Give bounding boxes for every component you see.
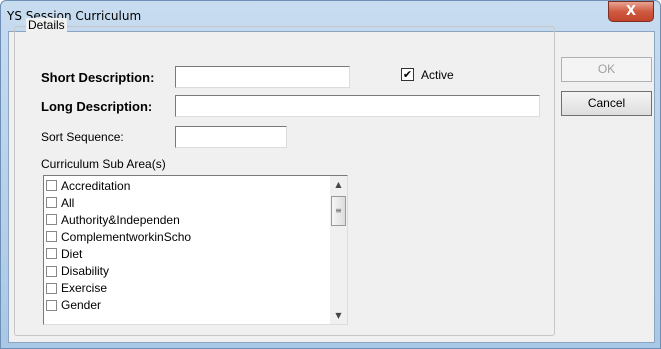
list-item[interactable]: Exercise xyxy=(46,280,191,297)
list-item[interactable]: Disability xyxy=(46,262,191,279)
list-item-label: ComplementworkinScho xyxy=(61,229,192,244)
close-icon: X xyxy=(625,4,637,19)
list-item[interactable]: Diet xyxy=(46,245,191,262)
list-item[interactable]: ComplementworkinScho xyxy=(46,228,191,245)
scroll-down-arrow-icon[interactable]: ▼ xyxy=(330,307,347,324)
long-description-label: Long Description: xyxy=(41,99,153,114)
active-checkbox[interactable]: ✔ xyxy=(401,68,414,81)
details-group-label: Details xyxy=(26,18,67,32)
cancel-button[interactable]: Cancel xyxy=(561,91,652,116)
sort-sequence-label: Sort Sequence: xyxy=(41,130,124,144)
list-scrollbar[interactable]: ▲ ≡ ▼ xyxy=(330,176,347,324)
list-item-checkbox[interactable] xyxy=(46,282,57,294)
list-item-checkbox[interactable] xyxy=(46,214,57,226)
list-item[interactable]: All xyxy=(46,194,191,211)
list-item-label: Accreditation xyxy=(61,178,131,193)
close-button[interactable]: X xyxy=(608,1,654,22)
short-description-label: Short Description: xyxy=(41,70,155,85)
list-item-checkbox[interactable] xyxy=(46,299,57,311)
curriculum-sub-area-list[interactable]: Accreditation All Authority&Independen Comp… xyxy=(43,175,348,325)
short-description-input[interactable] xyxy=(175,66,350,88)
list-item-checkbox[interactable] xyxy=(46,265,57,277)
list-item-label: Exercise xyxy=(61,281,108,296)
list-item-label: Disability xyxy=(61,264,110,279)
long-description-input[interactable] xyxy=(175,95,540,117)
list-item-checkbox[interactable] xyxy=(46,180,57,192)
ok-button[interactable]: OK xyxy=(561,57,652,82)
list-item-checkbox[interactable] xyxy=(46,248,57,260)
scroll-up-arrow-icon[interactable]: ▲ xyxy=(330,176,347,193)
scrollbar-thumb[interactable]: ≡ xyxy=(331,196,346,226)
list-item-label: Authority&Independen xyxy=(61,212,180,227)
list-item-checkbox[interactable] xyxy=(46,231,57,243)
active-label: Active xyxy=(421,68,454,82)
list-item[interactable]: Gender xyxy=(46,297,191,314)
sort-sequence-input[interactable] xyxy=(175,126,287,148)
list-item-label: Diet xyxy=(61,246,83,261)
curriculum-sub-area-label: Curriculum Sub Area(s) xyxy=(41,157,166,171)
check-icon: ✔ xyxy=(402,68,413,81)
list-item-label: All xyxy=(61,195,75,210)
list-item-checkbox[interactable] xyxy=(46,197,57,209)
list-item[interactable]: Accreditation xyxy=(46,177,191,194)
list-item[interactable]: Authority&Independen xyxy=(46,211,191,228)
list-item-label: Gender xyxy=(61,298,102,313)
